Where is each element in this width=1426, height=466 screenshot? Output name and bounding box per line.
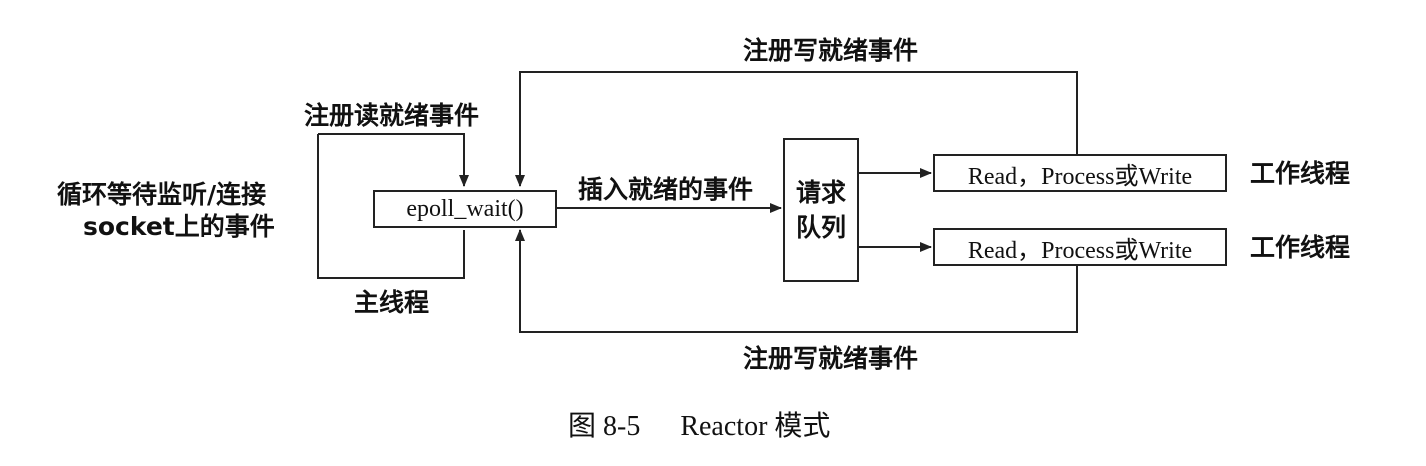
worker-box-2-label: Read，Process或Write bbox=[967, 237, 1193, 264]
request-queue-box: 请求 队列 bbox=[783, 138, 859, 282]
epoll-wait-box: epoll_wait() bbox=[373, 190, 557, 228]
register-read-arrow bbox=[318, 133, 469, 187]
worker-thread-label-1: 工作线程 bbox=[1250, 159, 1351, 188]
figure-caption: 图 8-5 Reactor 模式 bbox=[568, 404, 830, 444]
worker-box-1-label: Read，Process或Write bbox=[967, 163, 1193, 190]
register-write-top-label: 注册写就绪事件 bbox=[743, 36, 919, 65]
register-read-label: 注册读就绪事件 bbox=[304, 101, 480, 130]
main-thread-label: 主线程 bbox=[354, 288, 430, 317]
worker-thread-label-2: 工作线程 bbox=[1250, 233, 1351, 262]
worker-box-1: Read，Process或Write bbox=[933, 154, 1227, 192]
figure-number: 图 8-5 bbox=[568, 411, 641, 442]
figure-title: Reactor 模式 bbox=[680, 411, 831, 442]
insert-ready-label: 插入就绪的事件 bbox=[578, 175, 754, 204]
request-queue-label-2: 队列 bbox=[795, 213, 846, 242]
epoll-wait-label: epoll_wait() bbox=[406, 195, 524, 222]
request-queue-label-1: 请求 bbox=[795, 178, 846, 207]
wait-listen-label-1: 循环等待监听/连接 bbox=[57, 180, 267, 209]
worker-box-2: Read，Process或Write bbox=[933, 228, 1227, 266]
register-write-bottom-label: 注册写就绪事件 bbox=[743, 344, 919, 373]
wait-listen-label-2: socket上的事件 bbox=[83, 212, 275, 241]
